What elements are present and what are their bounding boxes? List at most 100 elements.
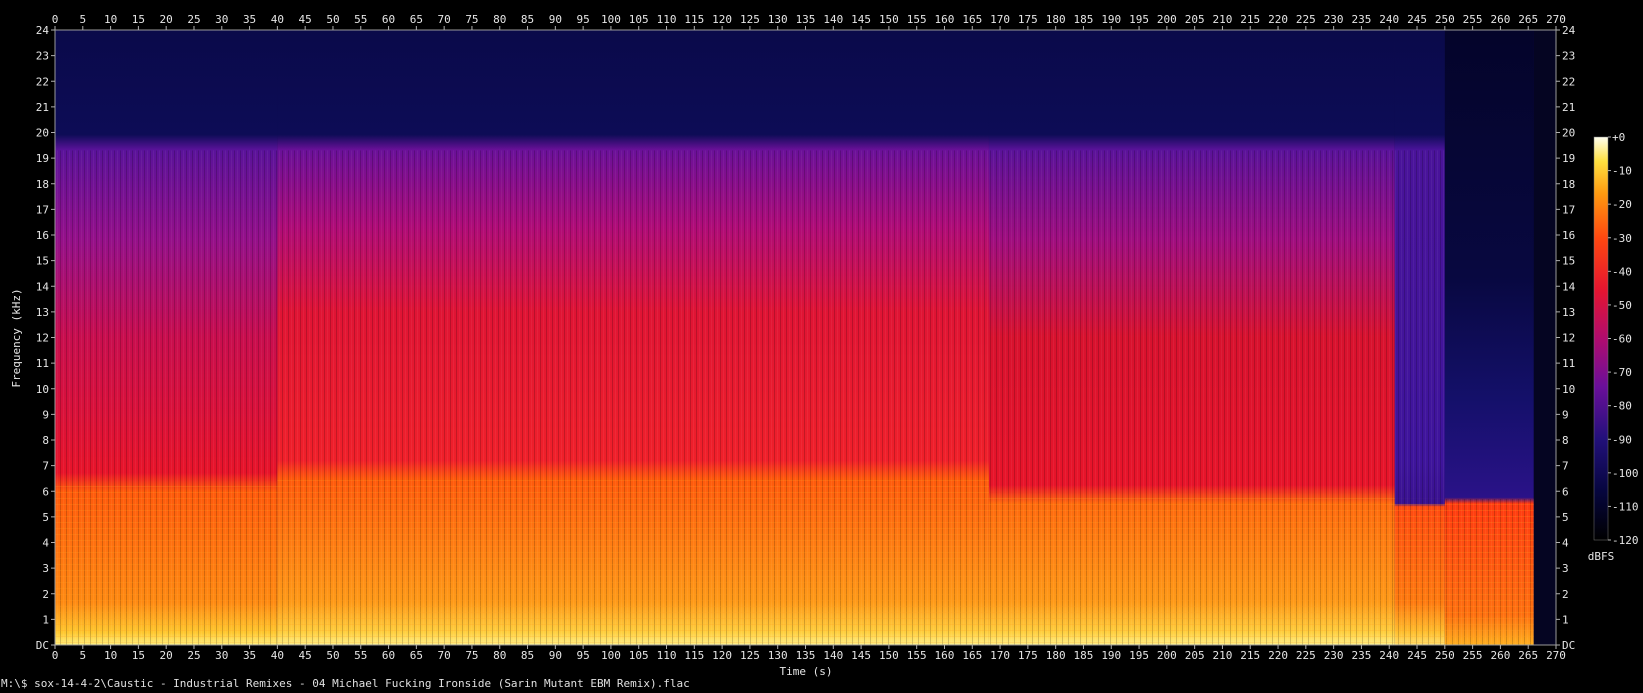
x-tick-label-bottom: 155 [907,649,927,662]
y-ticks-right: DC12345678910111213141516171819202122232… [1556,24,1576,652]
y-tick-label-left: 16 [36,229,49,242]
x-tick-label-top: 110 [657,13,677,26]
x-tick-label-top: 250 [1435,13,1455,26]
x-tick-label-top: 245 [1407,13,1427,26]
x-tick-label-bottom: 235 [1351,649,1371,662]
y-tick-label-left: DC [36,639,49,652]
y-tick-label-left: 17 [36,203,49,216]
x-tick-label-top: 220 [1268,13,1288,26]
y-tick-label-right: 2 [1562,588,1569,601]
colorbar-tick-label: -50 [1612,299,1632,312]
x-tick-label-top: 265 [1518,13,1538,26]
spectrogram-chart: 0 5 10 15 20 25 30 35 40 45 50 55 60 65 70 75 80 85 90 95 10… [10,13,1639,678]
x-tick-label-bottom: 165 [962,649,982,662]
x-tick-label-top: 100 [601,13,621,26]
x-ticks-bottom: 0 5 10 15 20 25 30 35 40 45 50 55 60 65 70 75 80 85 90 95 10… [52,645,1566,662]
y-tick-label-right: 11 [1562,357,1575,370]
y-tick-label-right: 5 [1562,511,1569,524]
x-tick-label-top: 260 [1490,13,1510,26]
x-tick-label-bottom: 220 [1268,649,1288,662]
y-tick-label-right: 21 [1562,101,1575,114]
x-tick-label-bottom: 240 [1379,649,1399,662]
x-ticks-top: 0 5 10 15 20 25 30 35 40 45 50 55 60 65 70 75 80 85 90 95 10… [52,13,1566,30]
y-tick-label-right: 24 [1562,24,1576,37]
x-tick-label-top: 255 [1463,13,1483,26]
x-tick-label-top: 55 [354,13,367,26]
x-tick-label-top: 195 [1129,13,1149,26]
colorbar-tick-label: -40 [1612,265,1632,278]
x-tick-label-top: 45 [299,13,312,26]
x-tick-label-top: 235 [1351,13,1371,26]
x-tick-label-top: 80 [493,13,506,26]
x-tick-label-bottom: 15 [132,649,145,662]
x-tick-label-bottom: 30 [215,649,228,662]
x-tick-label-bottom: 265 [1518,649,1538,662]
colorbar-tick-label: -10 [1612,165,1632,178]
x-tick-label-top: 90 [549,13,562,26]
y-tick-label-left: 5 [42,511,49,524]
x-tick-label-bottom: 130 [768,649,788,662]
x-tick-label-top: 65 [410,13,423,26]
x-tick-label-bottom: 100 [601,649,621,662]
y-tick-label-right: 4 [1562,537,1569,550]
x-tick-label-top: 115 [684,13,704,26]
y-tick-label-right: 7 [1562,460,1569,473]
x-tick-label-bottom: 185 [1074,649,1094,662]
x-tick-label-bottom: 40 [271,649,284,662]
x-tick-label-bottom: 180 [1046,649,1066,662]
x-tick-label-bottom: 195 [1129,649,1149,662]
colorbar-tick-label: -60 [1612,333,1632,346]
x-tick-label-top: 145 [851,13,871,26]
x-tick-label-top: 230 [1324,13,1344,26]
y-tick-label-right: DC [1562,639,1575,652]
x-tick-label-top: 75 [465,13,478,26]
x-tick-label-bottom: 50 [326,649,339,662]
colorbar-tick-label: -30 [1612,232,1632,245]
x-tick-label-top: 25 [187,13,200,26]
y-tick-label-left: 11 [36,357,49,370]
segment-harmonics [988,496,1395,645]
x-tick-label-bottom: 255 [1463,649,1483,662]
y-tick-label-left: 1 [42,613,49,626]
colorbar [1593,136,1609,541]
x-tick-label-bottom: 80 [493,649,506,662]
x-tick-label-bottom: 225 [1296,649,1316,662]
y-tick-label-left: 13 [36,306,49,319]
x-tick-label-bottom: 140 [823,649,843,662]
x-axis-label: Time (s) [780,665,833,678]
colorbar-tick-label: -90 [1612,433,1632,446]
y-tick-label-right: 20 [1562,127,1575,140]
y-tick-label-right: 15 [1562,255,1575,268]
x-tick-label-top: 60 [382,13,395,26]
x-tick-label-bottom: 135 [796,649,816,662]
y-tick-label-left: 10 [36,383,49,396]
y-tick-label-left: 20 [36,127,49,140]
x-tick-label-top: 140 [823,13,843,26]
x-tick-label-top: 150 [879,13,899,26]
x-tick-label-bottom: 160 [935,649,955,662]
x-tick-label-bottom: 45 [299,649,312,662]
x-tick-label-top: 85 [521,13,534,26]
y-tick-label-right: 8 [1562,434,1569,447]
x-tick-label-bottom: 125 [740,649,760,662]
x-tick-label-bottom: 200 [1157,649,1177,662]
x-tick-label-top: 40 [271,13,284,26]
y-tick-label-right: 17 [1562,203,1575,216]
x-tick-label-top: 50 [326,13,339,26]
x-tick-label-bottom: 90 [549,649,562,662]
x-tick-label-bottom: 145 [851,649,871,662]
x-tick-label-bottom: 190 [1101,649,1121,662]
x-tick-label-bottom: 110 [657,649,677,662]
x-tick-label-bottom: 25 [187,649,200,662]
x-tick-label-bottom: 95 [577,649,590,662]
x-tick-label-bottom: 245 [1407,649,1427,662]
x-tick-label-top: 5 [79,13,86,26]
x-tick-label-bottom: 230 [1324,649,1344,662]
y-tick-label-left: 24 [36,24,50,37]
y-tick-label-right: 22 [1562,75,1575,88]
y-tick-label-left: 8 [42,434,49,447]
y-tick-label-left: 4 [42,537,49,550]
y-tick-label-left: 12 [36,332,49,345]
texture-overlay [55,150,1534,645]
x-tick-label-bottom: 70 [438,649,451,662]
